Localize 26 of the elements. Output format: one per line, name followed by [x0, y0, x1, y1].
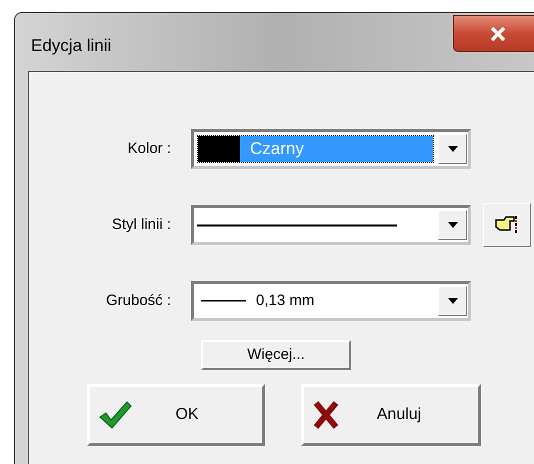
button-label: OK	[174, 405, 200, 425]
caret-icon	[448, 298, 458, 304]
window-title: Edycja linii	[31, 35, 112, 57]
ok-button[interactable]: OK	[87, 384, 265, 446]
more-button[interactable]: Więcej...	[201, 340, 351, 370]
caret-icon	[448, 222, 458, 228]
picker-button[interactable]	[483, 203, 531, 247]
dropdown-button[interactable]	[438, 134, 467, 164]
checkmark-icon	[98, 400, 132, 430]
thickness-value: 0,13 mm	[256, 290, 314, 311]
field-label: Grubość :	[104, 290, 172, 311]
line-sample	[201, 300, 246, 302]
close-icon	[490, 26, 506, 40]
cancel-button[interactable]: Anuluj	[301, 384, 481, 446]
field-label: Styl linii :	[110, 214, 172, 235]
dropdown-button[interactable]	[438, 286, 467, 316]
button-label: Anuluj	[376, 405, 422, 425]
cross-icon	[312, 400, 340, 430]
field-label: Kolor :	[126, 138, 172, 159]
pointing-hand-icon	[494, 214, 520, 236]
dropdown-field[interactable]	[191, 205, 471, 245]
caret-icon	[448, 146, 458, 152]
dropdown-button[interactable]	[438, 210, 467, 240]
close-button[interactable]	[453, 15, 534, 52]
color-name: Czarny	[240, 136, 433, 162]
dropdown-field[interactable]: 0,13 mm	[191, 281, 471, 321]
